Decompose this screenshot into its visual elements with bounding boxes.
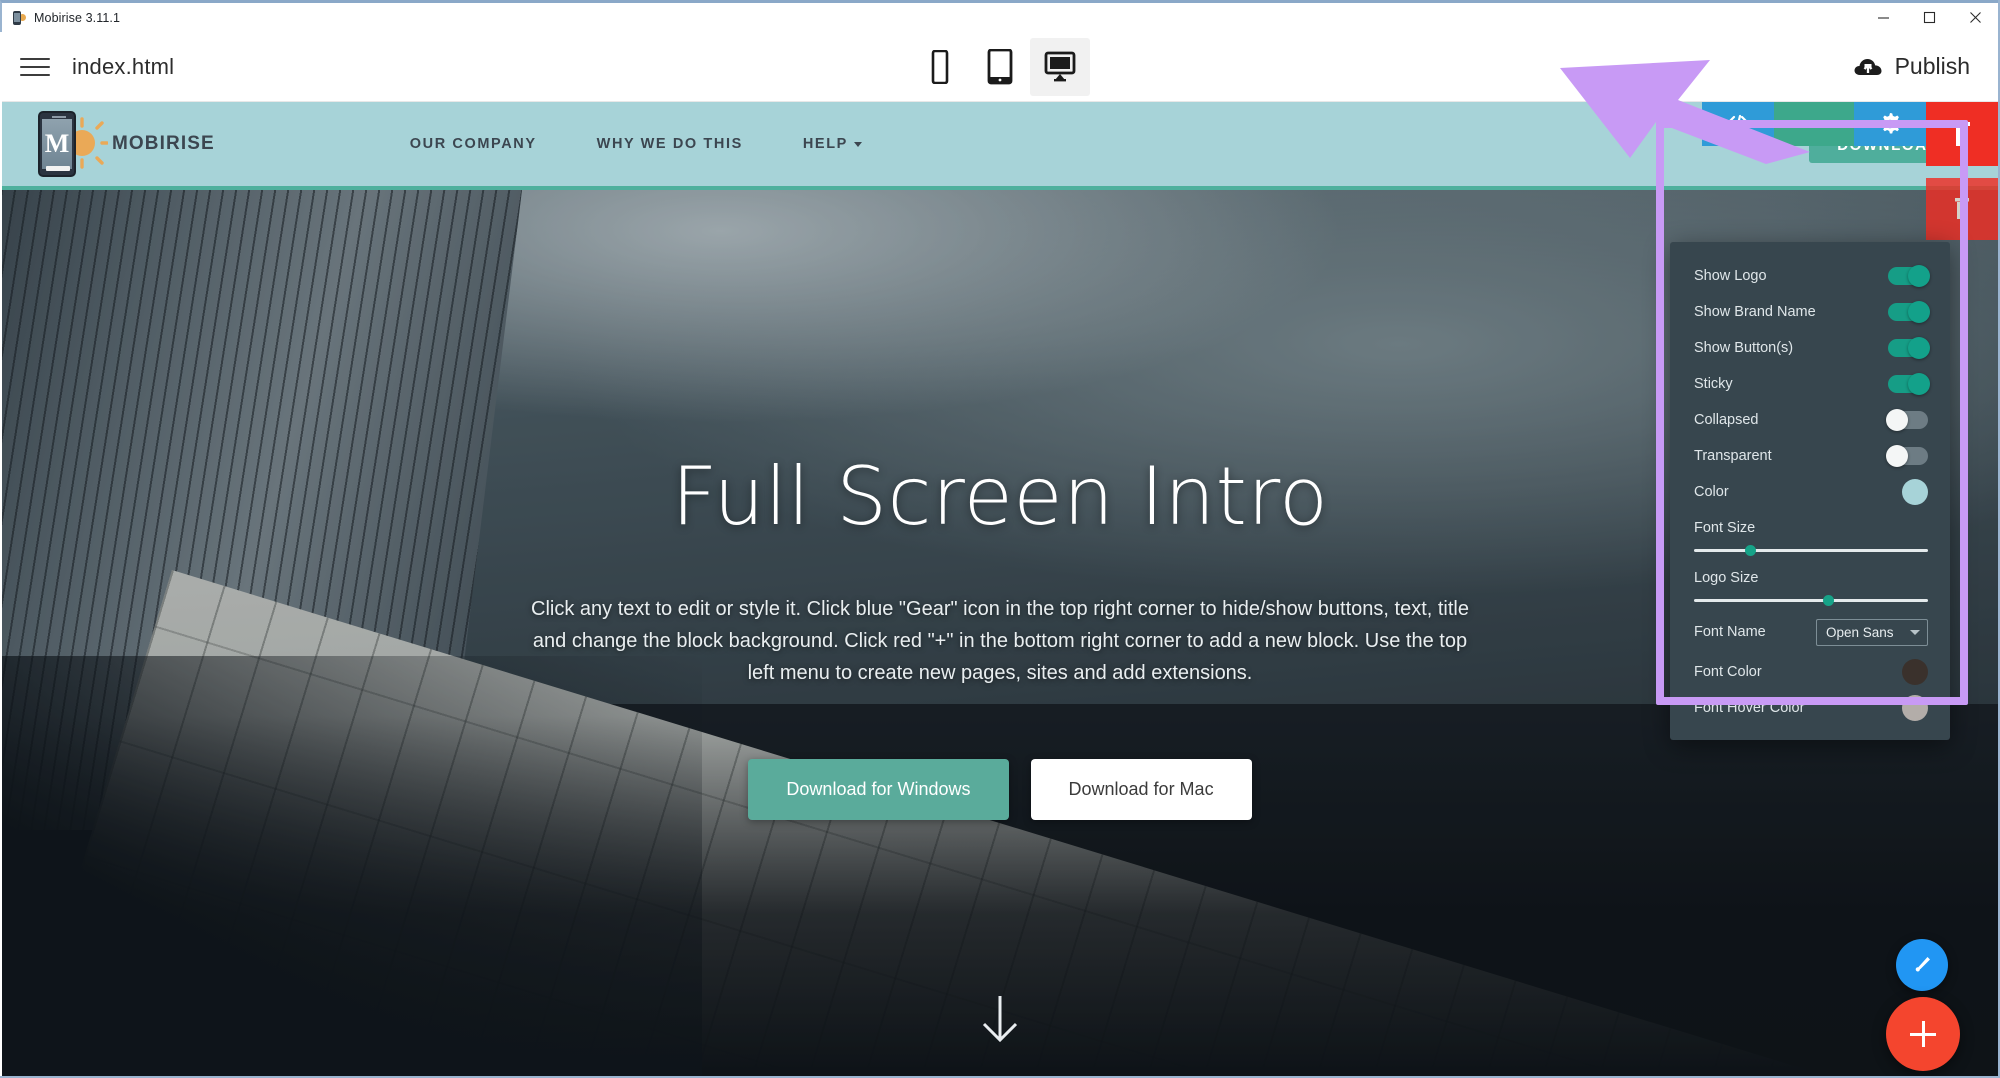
- setting-label: Collapsed: [1694, 412, 1759, 428]
- toggle-show-buttons[interactable]: [1888, 337, 1930, 359]
- window-title-bar: Mobirise 3.11.1: [0, 0, 2000, 32]
- brand-name: MOBIRISE: [112, 133, 215, 154]
- navlink-label: WHY WE DO THIS: [596, 136, 743, 152]
- color-swatch-background[interactable]: [1902, 479, 1928, 505]
- font-name-value: Open Sans: [1826, 624, 1894, 640]
- setting-label-font-size: Font Size: [1694, 520, 1756, 536]
- mobirise-logo-icon: [11, 10, 27, 26]
- document-name[interactable]: index.html: [72, 54, 174, 80]
- color-swatch-font[interactable]: [1902, 659, 1928, 685]
- plus-add-block-icon-h: [1910, 1032, 1936, 1036]
- add-block-fab[interactable]: [1886, 997, 1960, 1071]
- scroll-down-arrow-icon[interactable]: [977, 994, 1023, 1046]
- page-canvas: M MOBIRISE OUR COMPANY WHY WE DO THIS HE…: [2, 102, 1998, 1076]
- chevron-down-icon: [853, 141, 862, 147]
- slider-thumb-logo-size[interactable]: [1822, 595, 1834, 606]
- app-window: Mobirise 3.11.1 index.html Publish M MOB…: [0, 0, 2000, 1078]
- navlink-why-we-do-this[interactable]: WHY WE DO THIS: [597, 136, 743, 152]
- window-controls: [1860, 3, 1998, 32]
- slider-logo-size[interactable]: [1694, 595, 1928, 606]
- setting-row-show-logo[interactable]: Show Logo: [1670, 258, 1950, 294]
- setting-row-transparent[interactable]: Transparent: [1670, 438, 1950, 474]
- navlink-our-company[interactable]: OUR COMPANY: [410, 136, 537, 152]
- setting-label: Font Hover Color: [1694, 700, 1805, 716]
- navlink-label: HELP: [802, 136, 848, 152]
- setting-row-show-buttons[interactable]: Show Button(s): [1670, 330, 1950, 366]
- slider-thumb-font-size[interactable]: [1745, 545, 1757, 556]
- setting-row-font-color[interactable]: Font Color: [1670, 654, 1950, 690]
- site-brand[interactable]: M MOBIRISE: [32, 107, 215, 181]
- mobirise-brand-logo-icon: M: [32, 107, 108, 181]
- device-preview-tablet[interactable]: [970, 38, 1030, 96]
- navlink-label: OUR COMPANY: [409, 136, 537, 152]
- setting-label-logo-size: Logo Size: [1694, 570, 1759, 586]
- site-navbar: M MOBIRISE OUR COMPANY WHY WE DO THIS HE…: [2, 102, 1998, 190]
- setting-label: Show Button(s): [1694, 340, 1794, 356]
- gear-settings-icon[interactable]: [1854, 102, 1926, 146]
- download-for-windows-button[interactable]: Download for Windows: [748, 759, 1009, 820]
- navbar-links: OUR COMPANY WHY WE DO THIS HELP: [410, 136, 862, 152]
- phone-logo-icon: M: [38, 111, 76, 177]
- setting-row-collapsed[interactable]: Collapsed: [1670, 402, 1950, 438]
- desktop-monitor-icon: [1044, 51, 1076, 81]
- setting-row-show-brand-name[interactable]: Show Brand Name: [1670, 294, 1950, 330]
- toggle-show-brand-name[interactable]: [1888, 301, 1930, 323]
- hero-paragraph[interactable]: Click any text to edit or style it. Clic…: [520, 593, 1480, 689]
- font-name-select[interactable]: Open Sans: [1816, 618, 1928, 646]
- window-title: Mobirise 3.11.1: [34, 10, 121, 25]
- title-bar-left: Mobirise 3.11.1: [2, 10, 120, 26]
- download-for-mac-button[interactable]: Download for Mac: [1030, 759, 1252, 820]
- code-brackets-icon[interactable]: [1702, 102, 1774, 146]
- hero-buttons: Download for Windows Download for Mac: [748, 759, 1252, 820]
- brand-letter: M: [42, 119, 72, 169]
- hamburger-menu-icon[interactable]: [20, 52, 50, 82]
- setting-row-font-name[interactable]: Font Name Open Sans: [1670, 610, 1950, 654]
- toggle-show-logo[interactable]: [1888, 265, 1930, 287]
- mobile-phone-icon: [931, 49, 949, 84]
- setting-label: Transparent: [1694, 448, 1772, 464]
- chevron-down-icon: [1910, 629, 1920, 635]
- toggle-sticky[interactable]: [1888, 373, 1930, 395]
- style-editor-fab[interactable]: [1896, 939, 1948, 991]
- color-swatch-font-hover[interactable]: [1902, 695, 1928, 721]
- tablet-icon: [987, 48, 1013, 84]
- brush-pencil-icon: [1915, 957, 1930, 972]
- setting-row-font-hover-color[interactable]: Font Hover Color: [1670, 690, 1950, 726]
- device-preview-mobile[interactable]: [910, 38, 970, 96]
- setting-label: Font Name: [1694, 624, 1766, 640]
- maximize-icon[interactable]: [1906, 3, 1952, 32]
- hero-title[interactable]: Full Screen Intro: [672, 450, 1329, 543]
- slider-font-size[interactable]: [1694, 545, 1928, 556]
- setting-label: Font Color: [1694, 664, 1762, 680]
- device-preview-switcher: [910, 37, 1090, 96]
- setting-label: Sticky: [1694, 376, 1733, 392]
- navbar-settings-panel: Show Logo Show Brand Name Show Button(s)…: [1670, 242, 1950, 740]
- setting-label: Show Logo: [1694, 268, 1767, 284]
- close-icon[interactable]: [1952, 3, 1998, 32]
- toggle-transparent[interactable]: [1886, 445, 1928, 467]
- publish-button[interactable]: Publish: [1853, 53, 1970, 80]
- editor-toolbar: index.html Publish: [2, 32, 1998, 102]
- setting-label: Show Brand Name: [1694, 304, 1816, 320]
- toggle-collapsed[interactable]: [1886, 409, 1928, 431]
- block-hover-toolbar: [1702, 102, 1926, 146]
- setting-row-color[interactable]: Color: [1670, 474, 1950, 510]
- cloud-upload-icon: [1854, 58, 1882, 75]
- block-toolbar-spacer: [1774, 102, 1854, 146]
- trash-delete-icon: [1954, 122, 1970, 146]
- setting-row-sticky[interactable]: Sticky: [1670, 366, 1950, 402]
- device-preview-desktop[interactable]: [1030, 37, 1090, 96]
- navlink-help[interactable]: HELP: [803, 136, 862, 152]
- minimize-icon[interactable]: [1860, 3, 1906, 32]
- setting-label: Color: [1694, 484, 1729, 500]
- trash-delete-icon: [1955, 198, 1969, 219]
- delete-block-button[interactable]: [1926, 102, 1998, 166]
- publish-label: Publish: [1894, 53, 1970, 79]
- delete-block-button-secondary[interactable]: [1926, 178, 1998, 240]
